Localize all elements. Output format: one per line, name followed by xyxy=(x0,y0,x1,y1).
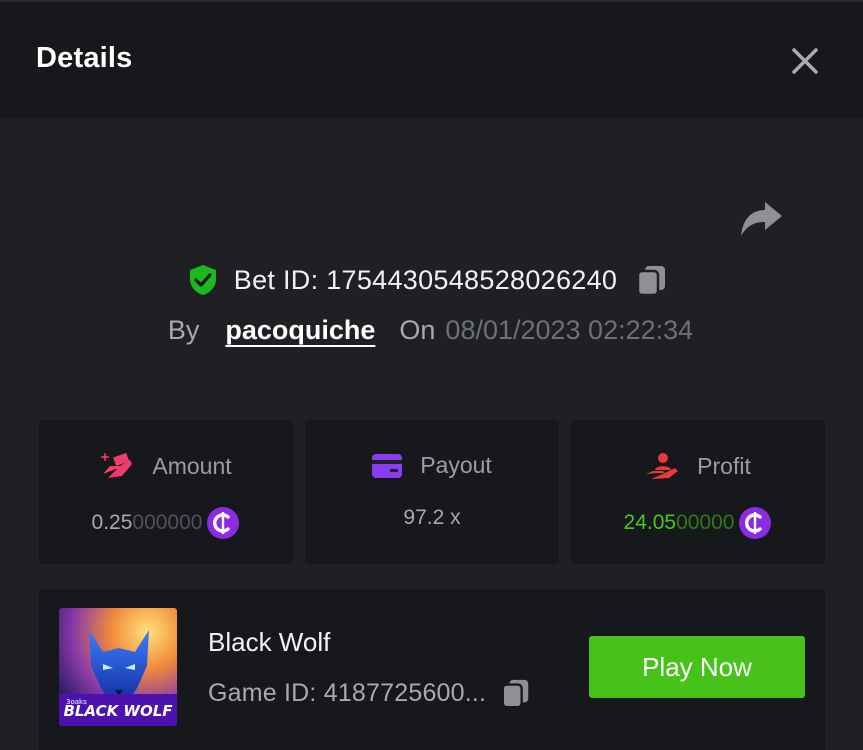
bet-datetime: 08/01/2023 02:22:34 xyxy=(445,314,694,345)
on-label: On xyxy=(399,314,436,345)
close-icon xyxy=(792,48,818,74)
game-thumbnail[interactable]: 3oaks BLACK WOLF xyxy=(59,608,177,726)
shield-check-icon xyxy=(189,265,216,295)
bet-id-row: Bet ID: 1754430548528026240 xyxy=(0,260,863,300)
copy-game-id-button[interactable] xyxy=(500,677,532,709)
card-icon xyxy=(372,453,403,478)
page-title: Details xyxy=(36,42,133,74)
profit-value-trail: 00000 xyxy=(676,511,735,534)
payout-label: Payout xyxy=(420,452,492,478)
share-icon xyxy=(741,202,782,236)
by-label: By xyxy=(167,314,200,345)
amount-card: Amount 0.25 000000 xyxy=(39,420,293,564)
bet-id: Bet ID: 1754430548528026240 xyxy=(233,264,618,295)
coin-icon xyxy=(207,507,240,539)
coin-icon xyxy=(739,507,772,539)
details-header: Details xyxy=(0,0,863,118)
bet-author-row: By pacoquiche On 08/01/2023 02:22:34 xyxy=(0,310,863,350)
play-now-button[interactable]: Play Now xyxy=(589,636,805,698)
payout-value: 97.2 x xyxy=(403,506,461,529)
close-button[interactable] xyxy=(788,44,822,78)
payout-card: Payout 97.2 x xyxy=(305,420,559,564)
game-card: 3oaks BLACK WOLF Black Wolf Game ID: 418… xyxy=(39,589,825,750)
hand-user-icon xyxy=(646,453,679,479)
thumb-title: BLACK WOLF xyxy=(63,702,173,720)
copy-bet-id-button[interactable] xyxy=(635,263,669,297)
money-hand-icon xyxy=(101,453,133,478)
profit-value: 24.05 xyxy=(623,511,677,534)
share-button[interactable] xyxy=(738,200,784,240)
profit-card: Profit 24.05 00000 xyxy=(571,420,825,564)
amount-value: 0.25 xyxy=(91,511,133,534)
amount-value-trail: 000000 xyxy=(132,511,203,534)
amount-label: Amount xyxy=(152,452,232,479)
game-id: Game ID: 4187725600... xyxy=(208,678,487,707)
game-name: Black Wolf xyxy=(208,627,331,657)
username-link[interactable]: pacoquiche xyxy=(225,315,375,346)
game-id-row: Game ID: 4187725600... xyxy=(208,677,532,709)
profit-label: Profit xyxy=(697,452,751,479)
